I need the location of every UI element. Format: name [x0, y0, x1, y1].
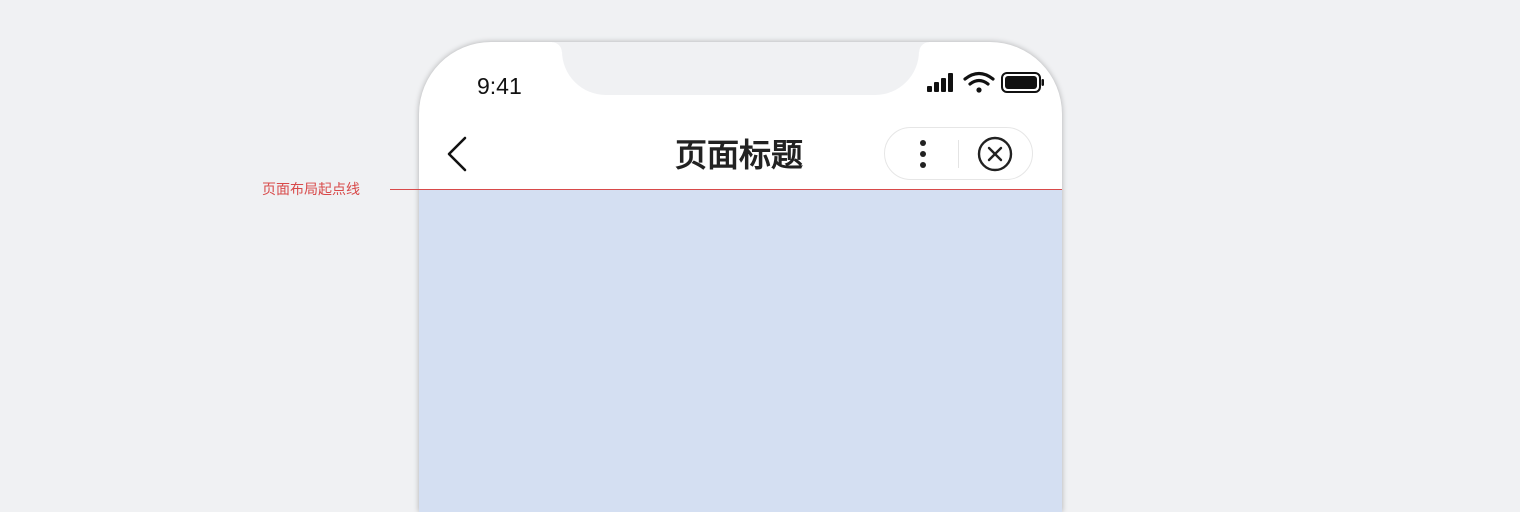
battery-icon	[1001, 72, 1044, 93]
page-content-area	[419, 190, 1062, 512]
more-vertical-icon[interactable]	[907, 137, 939, 171]
status-icons	[927, 71, 1044, 93]
navigation-bar: 页面标题	[419, 124, 1062, 190]
status-time: 9:41	[477, 73, 522, 99]
close-circle-icon[interactable]	[977, 136, 1013, 172]
signal-icon	[927, 73, 953, 92]
chevron-left-icon[interactable]	[443, 134, 473, 174]
capsule-divider	[958, 140, 959, 168]
phone-frame: 9:41 页面标题	[419, 42, 1062, 512]
page-title: 页面标题	[674, 136, 803, 174]
wifi-icon	[963, 71, 995, 93]
menu-capsule	[884, 127, 1033, 180]
layout-start-line-label: 页面布局起点线	[262, 182, 360, 198]
phone-notch	[552, 42, 929, 95]
layout-start-line	[390, 189, 1062, 190]
